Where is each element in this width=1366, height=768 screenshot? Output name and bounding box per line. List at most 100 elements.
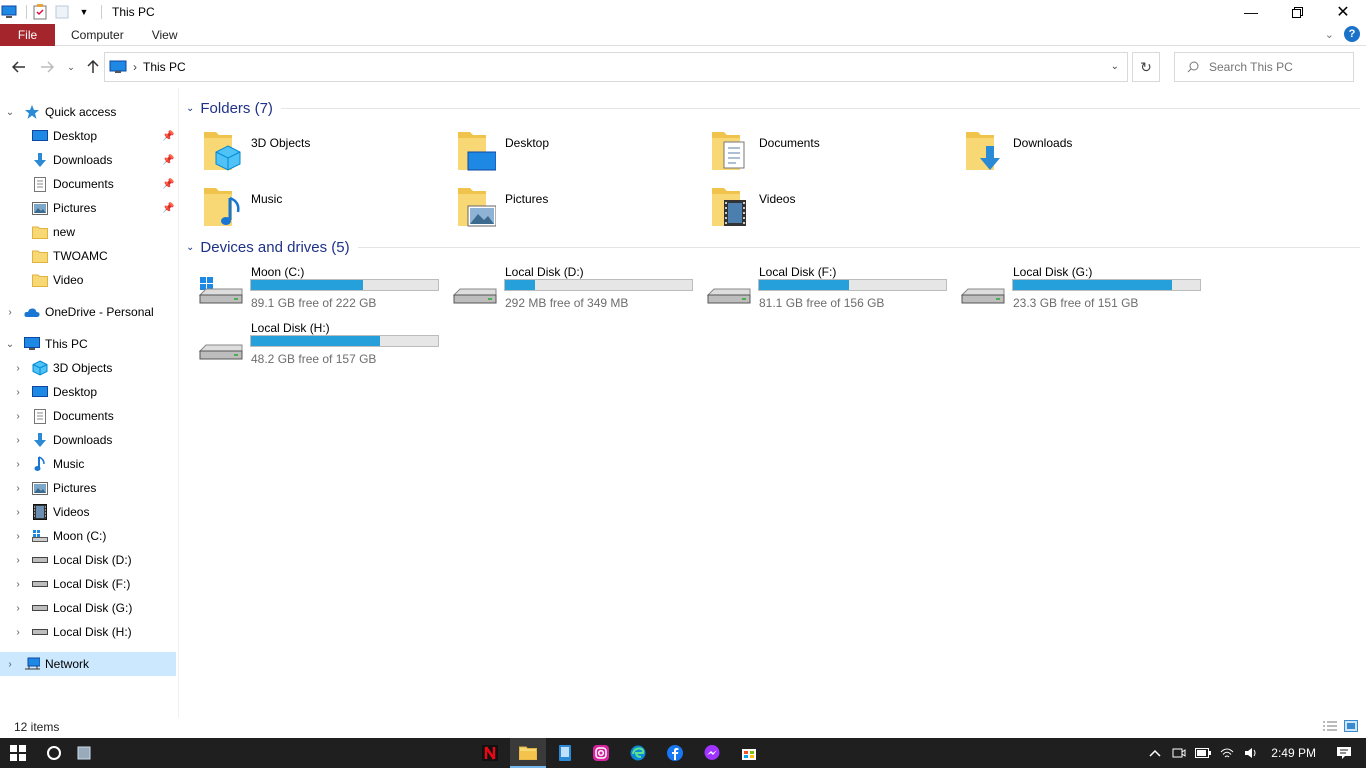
wifi-icon[interactable] <box>1215 738 1239 768</box>
pane-divider[interactable] <box>178 88 179 718</box>
taskbar-app-messenger[interactable] <box>694 738 730 768</box>
show-hidden-icons-chevron-icon[interactable] <box>1143 738 1167 768</box>
nav-pc-desktop[interactable]: › Desktop <box>0 380 178 404</box>
clock[interactable]: 2:49 PM <box>1271 746 1316 760</box>
minimize-button[interactable]: — <box>1228 0 1274 24</box>
drives-group-header[interactable]: ⌄ Devices and drives (5) <box>180 236 1360 258</box>
new-folder-icon[interactable] <box>53 3 71 21</box>
folders-group-header[interactable]: ⌄ Folders (7) <box>180 97 1360 119</box>
expand-chevron-icon[interactable]: › <box>12 459 24 470</box>
tab-view[interactable]: View <box>138 24 192 46</box>
nav-this-pc[interactable]: ⌄ This PC <box>0 332 178 356</box>
nav-pc-videos[interactable]: › Videos <box>0 500 178 524</box>
nav-pc-disk-d[interactable]: › Local Disk (D:) <box>0 548 178 572</box>
folder-tile-downloads[interactable]: Downloads <box>942 124 1196 176</box>
refresh-button[interactable]: ↻ <box>1132 52 1160 82</box>
start-button[interactable] <box>0 738 36 768</box>
nav-pc-disk-f[interactable]: › Local Disk (F:) <box>0 572 178 596</box>
taskbar-app-edge[interactable] <box>620 738 656 768</box>
breadcrumb-separator-icon[interactable]: › <box>133 60 137 74</box>
forward-button[interactable] <box>36 56 58 78</box>
folder-tile-documents[interactable]: Documents <box>688 124 942 176</box>
close-button[interactable]: ✕ <box>1320 0 1366 24</box>
nav-quick-access[interactable]: ⌄ Quick access <box>0 100 178 124</box>
nav-quick-pictures[interactable]: Pictures 📌 <box>0 196 178 220</box>
up-button[interactable] <box>82 56 104 78</box>
expand-chevron-icon[interactable]: › <box>12 435 24 446</box>
nav-pc-music[interactable]: › Music <box>0 452 178 476</box>
drive-tile[interactable]: Local Disk (D:) 292 MB free of 349 MB <box>434 265 693 317</box>
search-input[interactable] <box>1209 60 1349 74</box>
breadcrumb-this-pc[interactable]: This PC <box>143 60 186 74</box>
details-view-icon[interactable] <box>1322 720 1338 732</box>
drive-tile[interactable]: Local Disk (H:) 48.2 GB free of 157 GB <box>180 321 439 373</box>
task-view-button[interactable] <box>66 738 102 768</box>
nav-pc-pictures[interactable]: › Pictures <box>0 476 178 500</box>
large-icons-view-icon[interactable] <box>1344 720 1358 732</box>
meet-now-icon[interactable] <box>1167 738 1191 768</box>
nav-quick-twoamc[interactable]: TWOAMC <box>0 244 178 268</box>
expand-chevron-icon[interactable]: › <box>12 531 24 542</box>
nav-quick-desktop[interactable]: Desktop 📌 <box>0 124 178 148</box>
drive-tile[interactable]: Local Disk (G:) 23.3 GB free of 151 GB <box>942 265 1201 317</box>
expand-chevron-icon[interactable]: › <box>12 603 24 614</box>
tab-computer[interactable]: Computer <box>57 24 138 46</box>
address-bar[interactable]: › This PC ⌄ <box>104 52 1128 82</box>
taskbar-app-netflix[interactable] <box>472 738 508 768</box>
drive-tile[interactable]: Moon (C:) 89.1 GB free of 222 GB <box>180 265 439 317</box>
collapse-chevron-icon[interactable]: ⌄ <box>4 107 16 118</box>
nav-pc-downloads[interactable]: › Downloads <box>0 428 178 452</box>
customize-toolbar-dropdown[interactable]: ▼ <box>75 3 93 21</box>
nav-label: Downloads <box>53 153 113 167</box>
taskbar-app-instagram[interactable] <box>583 738 619 768</box>
expand-chevron-icon[interactable]: › <box>12 627 24 638</box>
taskbar-app-facebook[interactable] <box>657 738 693 768</box>
this-pc-icon[interactable] <box>0 3 18 21</box>
expand-ribbon-icon[interactable]: ⌄ <box>1325 28 1334 41</box>
collapse-chevron-icon[interactable]: ⌄ <box>186 103 194 114</box>
recent-locations-dropdown[interactable]: ⌄ <box>60 56 82 78</box>
expand-chevron-icon[interactable]: › <box>4 307 16 318</box>
expand-chevron-icon[interactable]: › <box>12 363 24 374</box>
drive-tile[interactable]: Local Disk (F:) 81.1 GB free of 156 GB <box>688 265 947 317</box>
nav-quick-documents[interactable]: Documents 📌 <box>0 172 178 196</box>
expand-chevron-icon[interactable]: › <box>12 579 24 590</box>
taskbar-app-notes[interactable] <box>547 738 583 768</box>
action-center-icon[interactable] <box>1332 738 1356 768</box>
collapse-chevron-icon[interactable]: ⌄ <box>186 242 194 253</box>
folder-tile-music[interactable]: Music <box>180 180 434 232</box>
folder-tile-3d-objects[interactable]: 3D Objects <box>180 124 434 176</box>
nav-quick-new[interactable]: new <box>0 220 178 244</box>
nav-pc-disk-h[interactable]: › Local Disk (H:) <box>0 620 178 644</box>
volume-icon[interactable] <box>1239 738 1263 768</box>
nav-quick-downloads[interactable]: Downloads 📌 <box>0 148 178 172</box>
back-button[interactable] <box>8 56 30 78</box>
collapse-chevron-icon[interactable]: ⌄ <box>4 339 16 350</box>
taskbar-app-store[interactable] <box>731 738 767 768</box>
expand-chevron-icon[interactable]: › <box>12 483 24 494</box>
expand-chevron-icon[interactable]: › <box>12 387 24 398</box>
nav-onedrive[interactable]: › OneDrive - Personal <box>0 300 178 324</box>
battery-icon[interactable] <box>1191 738 1215 768</box>
taskbar-app-file-explorer[interactable] <box>510 738 546 768</box>
nav-network[interactable]: › Network <box>0 652 176 676</box>
nav-quick-video[interactable]: Video <box>0 268 178 292</box>
properties-icon[interactable] <box>31 3 49 21</box>
folder-tile-videos[interactable]: Videos <box>688 180 942 232</box>
nav-pc-3d-objects[interactable]: › 3D Objects <box>0 356 178 380</box>
expand-chevron-icon[interactable]: › <box>12 411 24 422</box>
search-box[interactable] <box>1174 52 1354 82</box>
address-dropdown-icon[interactable]: ⌄ <box>1111 61 1119 72</box>
expand-chevron-icon[interactable]: › <box>12 555 24 566</box>
help-icon[interactable]: ? <box>1344 26 1360 42</box>
nav-pc-documents[interactable]: › Documents <box>0 404 178 428</box>
tab-file[interactable]: File <box>0 23 55 46</box>
expand-chevron-icon[interactable]: › <box>4 659 16 670</box>
nav-pc-moon-c[interactable]: › Moon (C:) <box>0 524 178 548</box>
expand-chevron-icon[interactable]: › <box>12 507 24 518</box>
folder-tile-desktop[interactable]: Desktop <box>434 124 688 176</box>
nav-pc-disk-g[interactable]: › Local Disk (G:) <box>0 596 178 620</box>
folder-tile-pictures[interactable]: Pictures <box>434 180 688 232</box>
restore-button[interactable] <box>1274 0 1320 24</box>
